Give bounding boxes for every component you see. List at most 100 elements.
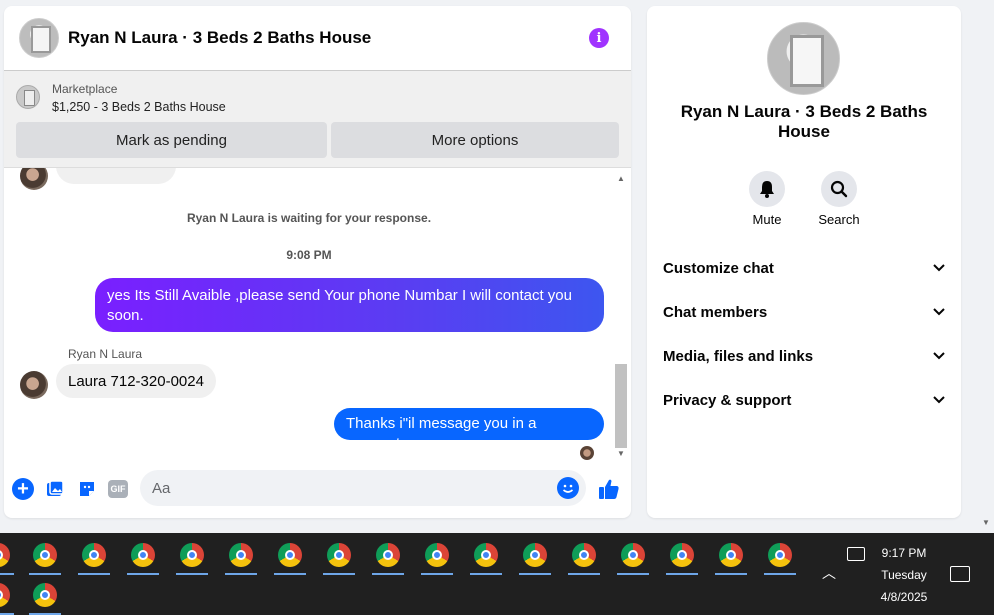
chrome-icon (33, 583, 57, 607)
bell-icon[interactable] (749, 171, 785, 207)
seen-indicator-avatar (580, 446, 594, 460)
row-label: Media, files and links (663, 347, 814, 365)
scroll-up-icon[interactable]: ▲ (617, 174, 625, 183)
clock-date[interactable]: 4/8/2025 (872, 590, 936, 604)
outgoing-message[interactable]: yes Its Still Avaible ,please send Your … (95, 278, 604, 332)
media-files-links-row[interactable]: Media, files and links (663, 338, 945, 374)
taskbar: ︿ 9:17 PM Tuesday 4/8/2025 (0, 533, 994, 615)
sender-name: Ryan N Laura (68, 347, 143, 361)
scrollbar-thumb[interactable] (615, 364, 627, 448)
chrome-taskbar-icon[interactable] (662, 535, 702, 575)
incoming-message-text: Laura 712-320-0024 (68, 372, 204, 390)
chrome-taskbar-icon[interactable] (123, 535, 163, 575)
search-action[interactable]: Search (809, 171, 869, 227)
mute-action[interactable]: Mute (737, 171, 797, 227)
customize-chat-row[interactable]: Customize chat (663, 250, 945, 286)
row-label: Privacy & support (663, 391, 792, 409)
emoji-icon[interactable] (557, 477, 579, 499)
chrome-taskbar-icon[interactable] (613, 535, 653, 575)
chrome-icon (131, 543, 155, 567)
chat-members-row[interactable]: Chat members (663, 294, 945, 330)
chrome-icon (474, 543, 498, 567)
chrome-taskbar-icon[interactable] (0, 575, 18, 615)
chrome-taskbar-icon[interactable] (74, 535, 114, 575)
chrome-taskbar-icon[interactable] (0, 535, 18, 575)
marketplace-banner: Marketplace $1,250 - 3 Beds 2 Baths Hous… (4, 70, 631, 168)
chrome-taskbar-icon[interactable] (368, 535, 408, 575)
chrome-taskbar-icon[interactable] (221, 535, 261, 575)
gif-icon[interactable]: GIF (108, 480, 128, 498)
chevron-up-icon[interactable]: ︿ (822, 563, 836, 583)
notification-icon[interactable] (950, 566, 970, 582)
scroll-down-icon[interactable]: ▼ (617, 449, 625, 458)
avatar[interactable] (20, 371, 48, 399)
chrome-icon (33, 543, 57, 567)
clock-time[interactable]: 9:17 PM (872, 546, 936, 560)
chrome-icon (180, 543, 204, 567)
row-label: Chat members (663, 303, 768, 321)
chevron-down-icon (933, 396, 945, 404)
chrome-taskbar-icon[interactable] (515, 535, 555, 575)
chrome-icon (523, 543, 547, 567)
chrome-icon (572, 543, 596, 567)
search-icon[interactable] (821, 171, 857, 207)
chrome-taskbar-icon[interactable] (760, 535, 800, 575)
chrome-icon (768, 543, 792, 567)
page-scroll-down-icon[interactable]: ▼ (982, 518, 990, 527)
more-options-button[interactable]: More options (331, 122, 619, 158)
listing-title[interactable]: $1,250 - 3 Beds 2 Baths House (52, 100, 226, 114)
chrome-icon (327, 543, 351, 567)
chrome-icon (719, 543, 743, 567)
conversation-title: Ryan N Laura · 3 Beds 2 Baths House (680, 102, 928, 141)
plus-icon[interactable]: + (12, 478, 34, 500)
composer: + GIF (4, 468, 631, 508)
listing-avatar[interactable] (19, 18, 59, 58)
chrome-icon (670, 543, 694, 567)
chrome-taskbar-icon[interactable] (25, 535, 65, 575)
chrome-taskbar-icon[interactable] (417, 535, 457, 575)
privacy-support-row[interactable]: Privacy & support (663, 382, 945, 418)
chrome-taskbar-icon[interactable] (564, 535, 604, 575)
conversation-details-panel: Ryan N Laura · 3 Beds 2 Baths House Mute… (647, 6, 961, 518)
clock-day[interactable]: Tuesday (872, 568, 936, 582)
timestamp: 9:08 PM (286, 248, 332, 262)
search-label: Search (818, 212, 860, 227)
sticker-icon[interactable] (76, 478, 98, 500)
chrome-icon (229, 543, 253, 567)
listing-thumbnail[interactable] (16, 85, 40, 109)
chrome-icon (621, 543, 645, 567)
chrome-taskbar-icon[interactable] (711, 535, 751, 575)
waiting-notice: Ryan N Laura is waiting for your respons… (186, 211, 432, 225)
message-input[interactable] (140, 470, 586, 506)
chrome-icon (425, 543, 449, 567)
photo-icon[interactable] (44, 478, 66, 500)
mark-as-pending-button[interactable]: Mark as pending (16, 122, 327, 158)
network-icon[interactable] (847, 547, 865, 561)
outgoing-message[interactable]: Thanks i"il message you in a moment (334, 408, 604, 452)
chrome-taskbar-icon[interactable] (270, 535, 310, 575)
thumbs-up-icon[interactable] (596, 476, 622, 502)
chrome-taskbar-icon[interactable] (172, 535, 212, 575)
incoming-message[interactable]: Laura 712-320-0024 (56, 364, 216, 398)
avatar (20, 168, 48, 190)
chrome-icon (0, 543, 10, 567)
chat-header: Ryan N Laura · 3 Beds 2 Baths House i (4, 6, 631, 70)
chat-panel: Ryan N Laura · 3 Beds 2 Baths House i Ma… (4, 6, 631, 518)
chevron-down-icon (933, 352, 945, 360)
chrome-taskbar-icon[interactable] (319, 535, 359, 575)
listing-avatar-large[interactable] (767, 22, 840, 95)
chrome-taskbar-icon[interactable] (466, 535, 506, 575)
scrollbar[interactable]: ▲ ▼ (615, 174, 627, 458)
chrome-taskbar-icon[interactable] (25, 575, 65, 615)
message-list: Ryan N Laura is waiting for your respons… (4, 168, 631, 463)
chevron-down-icon (933, 308, 945, 316)
chrome-icon (376, 543, 400, 567)
chrome-icon (0, 583, 10, 607)
chevron-down-icon (933, 264, 945, 272)
chat-title[interactable]: Ryan N Laura · 3 Beds 2 Baths House (68, 28, 371, 48)
chrome-icon (82, 543, 106, 567)
row-label: Customize chat (663, 259, 774, 277)
info-icon[interactable]: i (589, 28, 609, 48)
marketplace-label: Marketplace (52, 82, 118, 96)
mute-label: Mute (752, 212, 782, 227)
